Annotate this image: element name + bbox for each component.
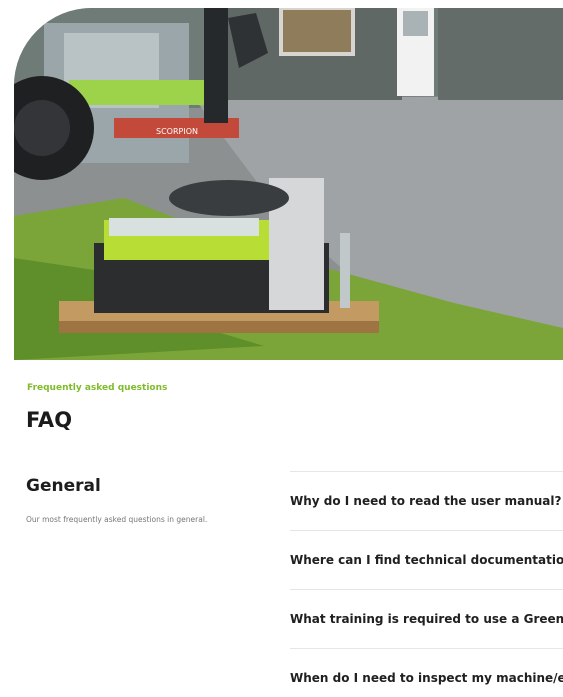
page-title: FAQ: [26, 408, 73, 432]
faq-eyebrow: Frequently asked questions: [27, 383, 168, 393]
hero-logo-text: SCORPION: [156, 127, 198, 136]
faq-question-item[interactable]: Why do I need to read the user manual?: [290, 472, 563, 530]
hero-photo-illustration: SCORPION: [14, 8, 563, 360]
page-card: SCORPION Frequently asked questions FAQ …: [14, 8, 563, 697]
faq-question-item[interactable]: Where can I find technical documentation…: [290, 531, 563, 589]
hero-image: SCORPION: [14, 8, 563, 360]
faq-category-description: Our most frequently asked questions in g…: [26, 515, 208, 524]
faq-question-item[interactable]: What training is required to use a Green…: [290, 590, 563, 648]
faq-category-title: General: [26, 476, 101, 496]
faq-question-item[interactable]: When do I need to inspect my machine/equ: [290, 649, 563, 697]
faq-question-text: Where can I find technical documentation…: [290, 553, 563, 567]
faq-question-text: When do I need to inspect my machine/equ: [290, 671, 563, 685]
faq-accordion: Why do I need to read the user manual? W…: [290, 471, 563, 697]
faq-question-text: What training is required to use a Green…: [290, 612, 563, 626]
faq-question-text: Why do I need to read the user manual?: [290, 494, 562, 508]
